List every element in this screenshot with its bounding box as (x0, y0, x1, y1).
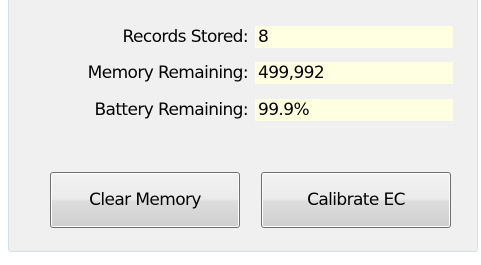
memory-remaining-label: Memory Remaining: (87, 63, 249, 83)
clear-memory-button[interactable]: Clear Memory (50, 172, 240, 228)
battery-remaining-value: 99.9% (255, 99, 453, 121)
device-status-panel: Records Stored: 8 Memory Remaining: 499,… (0, 0, 481, 265)
records-stored-label: Records Stored: (122, 27, 249, 47)
records-stored-value: 8 (255, 26, 453, 48)
battery-remaining-label: Battery Remaining: (94, 100, 248, 120)
memory-remaining-value: 499,992 (255, 62, 453, 84)
calibrate-ec-button[interactable]: Calibrate EC (261, 172, 451, 228)
